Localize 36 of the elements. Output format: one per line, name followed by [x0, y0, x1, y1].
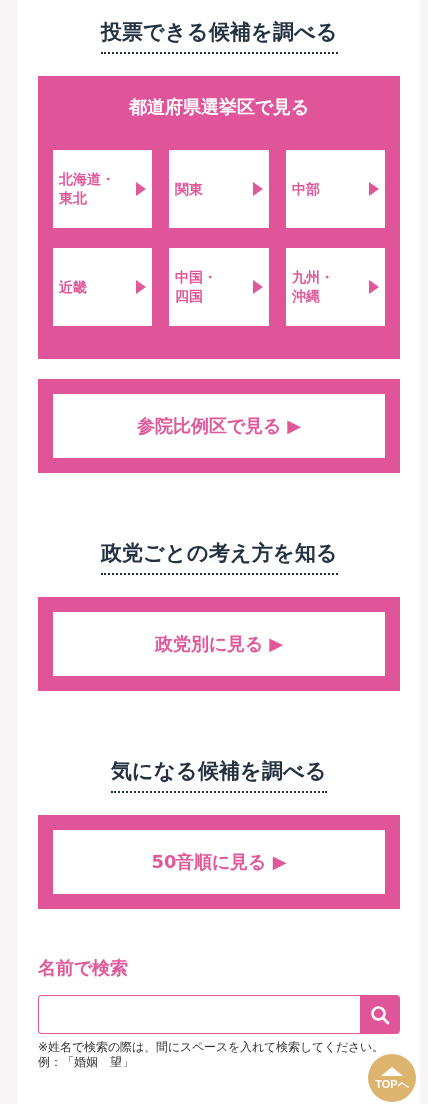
section-heading: 気になる候補を調べる	[111, 757, 327, 793]
section-heading: 投票できる候補を調べる	[100, 18, 338, 54]
search-note: 例：「婚姻 望」	[38, 1055, 134, 1070]
triangle-icon	[252, 280, 263, 294]
region-name: 九州・	[291, 268, 334, 287]
region-link[interactable]: 中部	[285, 150, 385, 228]
triangle-icon	[369, 182, 379, 196]
region-link[interactable]: 近畿	[53, 248, 153, 326]
region-name: 四国	[175, 287, 204, 306]
view-button[interactable]: 50音順に見る ▶	[53, 830, 385, 894]
region-name: 中国・	[175, 268, 218, 287]
region-link[interactable]: 北海道・ 東北	[53, 150, 153, 228]
panel-title: 都道府県選挙区で見る	[128, 95, 310, 119]
search-note: ※姓名で検索の際は、間にスペースを入れて検索してください。	[38, 1040, 385, 1055]
region-link[interactable]: 関東	[169, 150, 269, 228]
region-name: 沖縄	[291, 287, 320, 306]
search-title: 名前で検索	[38, 956, 129, 980]
region-link[interactable]: 九州・ 沖縄	[285, 248, 385, 326]
triangle-icon	[381, 1066, 403, 1076]
search-button[interactable]	[360, 995, 400, 1034]
region-name: 中部	[291, 179, 320, 199]
search-icon	[370, 1004, 390, 1025]
back-to-top-button[interactable]: TOPへ	[368, 1054, 416, 1102]
search-field[interactable]	[38, 995, 360, 1034]
view-button[interactable]: 参院比例区で見る ▶	[53, 394, 385, 458]
triangle-icon	[136, 182, 147, 196]
triangle-icon	[252, 182, 263, 196]
triangle-icon	[136, 280, 147, 294]
region-link[interactable]: 中国・ 四国	[169, 248, 269, 326]
triangle-icon	[369, 280, 379, 294]
section-heading: 政党ごとの考え方を知る	[100, 539, 338, 575]
region-name: 関東	[175, 179, 204, 199]
region-name: 近畿	[59, 277, 87, 297]
region-name: 北海道・	[59, 170, 115, 189]
view-button[interactable]: 政党別に見る ▶	[53, 612, 385, 676]
region-name: 東北	[59, 189, 87, 208]
